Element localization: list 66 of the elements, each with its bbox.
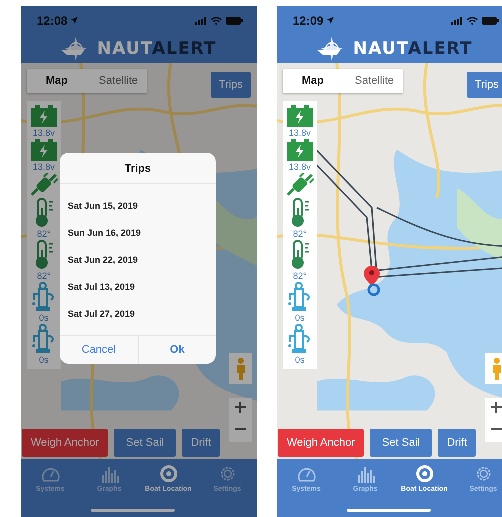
thermometer-icon — [33, 240, 55, 270]
status-time: 12:08 — [37, 14, 68, 28]
action-button[interactable]: Weigh Anchor — [22, 429, 108, 457]
action-button[interactable]: Set Sail — [114, 429, 176, 457]
wifi-icon — [467, 16, 478, 24]
action-button[interactable]: Drift — [182, 429, 220, 457]
trip-option[interactable]: Sat Jun 15, 2019 — [60, 194, 216, 221]
action-button[interactable]: Drift — [438, 429, 476, 457]
sensor-reading: 0s — [295, 355, 305, 365]
map-type-tab[interactable]: Map — [283, 69, 343, 93]
action-button[interactable]: Set Sail — [370, 429, 432, 457]
trip-option[interactable]: Sat Jun 22, 2019 — [60, 248, 216, 275]
person-icon — [236, 358, 246, 380]
trip-option[interactable]: Sat Jul 27, 2019 — [60, 302, 216, 329]
sensor-reading: 0s — [295, 313, 305, 323]
battery-status-icon — [226, 16, 243, 24]
settings-icon — [474, 465, 492, 483]
person-icon — [492, 358, 502, 380]
battery-icon — [31, 139, 57, 161]
dialog-button[interactable]: Cancel — [60, 336, 138, 364]
water-pump-icon — [31, 324, 57, 354]
signal-icon — [451, 16, 463, 24]
water-pump-icon — [31, 282, 57, 312]
thermometer-icon — [289, 198, 311, 228]
status-time: 12:09 — [293, 14, 324, 28]
signal-icon — [195, 16, 207, 24]
sensor-reading: 13.8v — [288, 162, 312, 172]
sensor-reading: 13.8v — [288, 128, 312, 138]
thermometer-icon — [33, 198, 55, 228]
logo-text: NAUTALERT — [353, 39, 473, 59]
sensor-reading: 82° — [37, 271, 51, 281]
battery-icon — [287, 139, 313, 161]
sensor-reading: 13.8v — [32, 128, 56, 138]
wifi-icon — [211, 16, 222, 24]
plug-icon — [286, 173, 314, 197]
plus-icon — [491, 402, 502, 413]
target-icon — [416, 465, 434, 483]
location-arrow-icon — [70, 17, 78, 24]
battery-icon — [31, 105, 57, 127]
location-arrow-icon — [326, 17, 334, 24]
target-icon — [160, 465, 178, 483]
sensor-reading: 82° — [37, 229, 51, 239]
water-pump-icon — [287, 324, 313, 354]
thermometer-icon — [289, 240, 311, 270]
dialog-title: Trips — [60, 153, 216, 184]
sensor-reading: 0s — [39, 355, 49, 365]
sensor-reading: 82° — [293, 271, 307, 281]
map-type-tab[interactable]: Map — [27, 69, 87, 93]
map-type-tab[interactable]: Satellite — [343, 69, 403, 93]
battery-status-icon — [482, 16, 499, 24]
trip-option[interactable]: Sun Jun 16, 2019 — [60, 221, 216, 248]
trip-option[interactable]: Sat Jul 13, 2019 — [60, 275, 216, 302]
water-pump-icon — [287, 282, 313, 312]
sensor-reading: 82° — [293, 229, 307, 239]
plus-icon — [235, 402, 246, 413]
trips-button[interactable]: Trips — [211, 72, 252, 98]
map-type-tab[interactable]: Satellite — [87, 69, 147, 93]
dialog-button[interactable]: Ok — [138, 336, 216, 364]
battery-icon — [287, 105, 313, 127]
plug-icon — [30, 173, 58, 197]
action-button[interactable]: Weigh Anchor — [278, 429, 364, 457]
sensor-reading: 13.8v — [32, 162, 56, 172]
logo-text: NAUTALERT — [97, 39, 217, 59]
trips-button[interactable]: Trips — [467, 72, 502, 98]
bar-chart-icon — [356, 465, 374, 483]
sensor-reading: 0s — [39, 313, 49, 323]
